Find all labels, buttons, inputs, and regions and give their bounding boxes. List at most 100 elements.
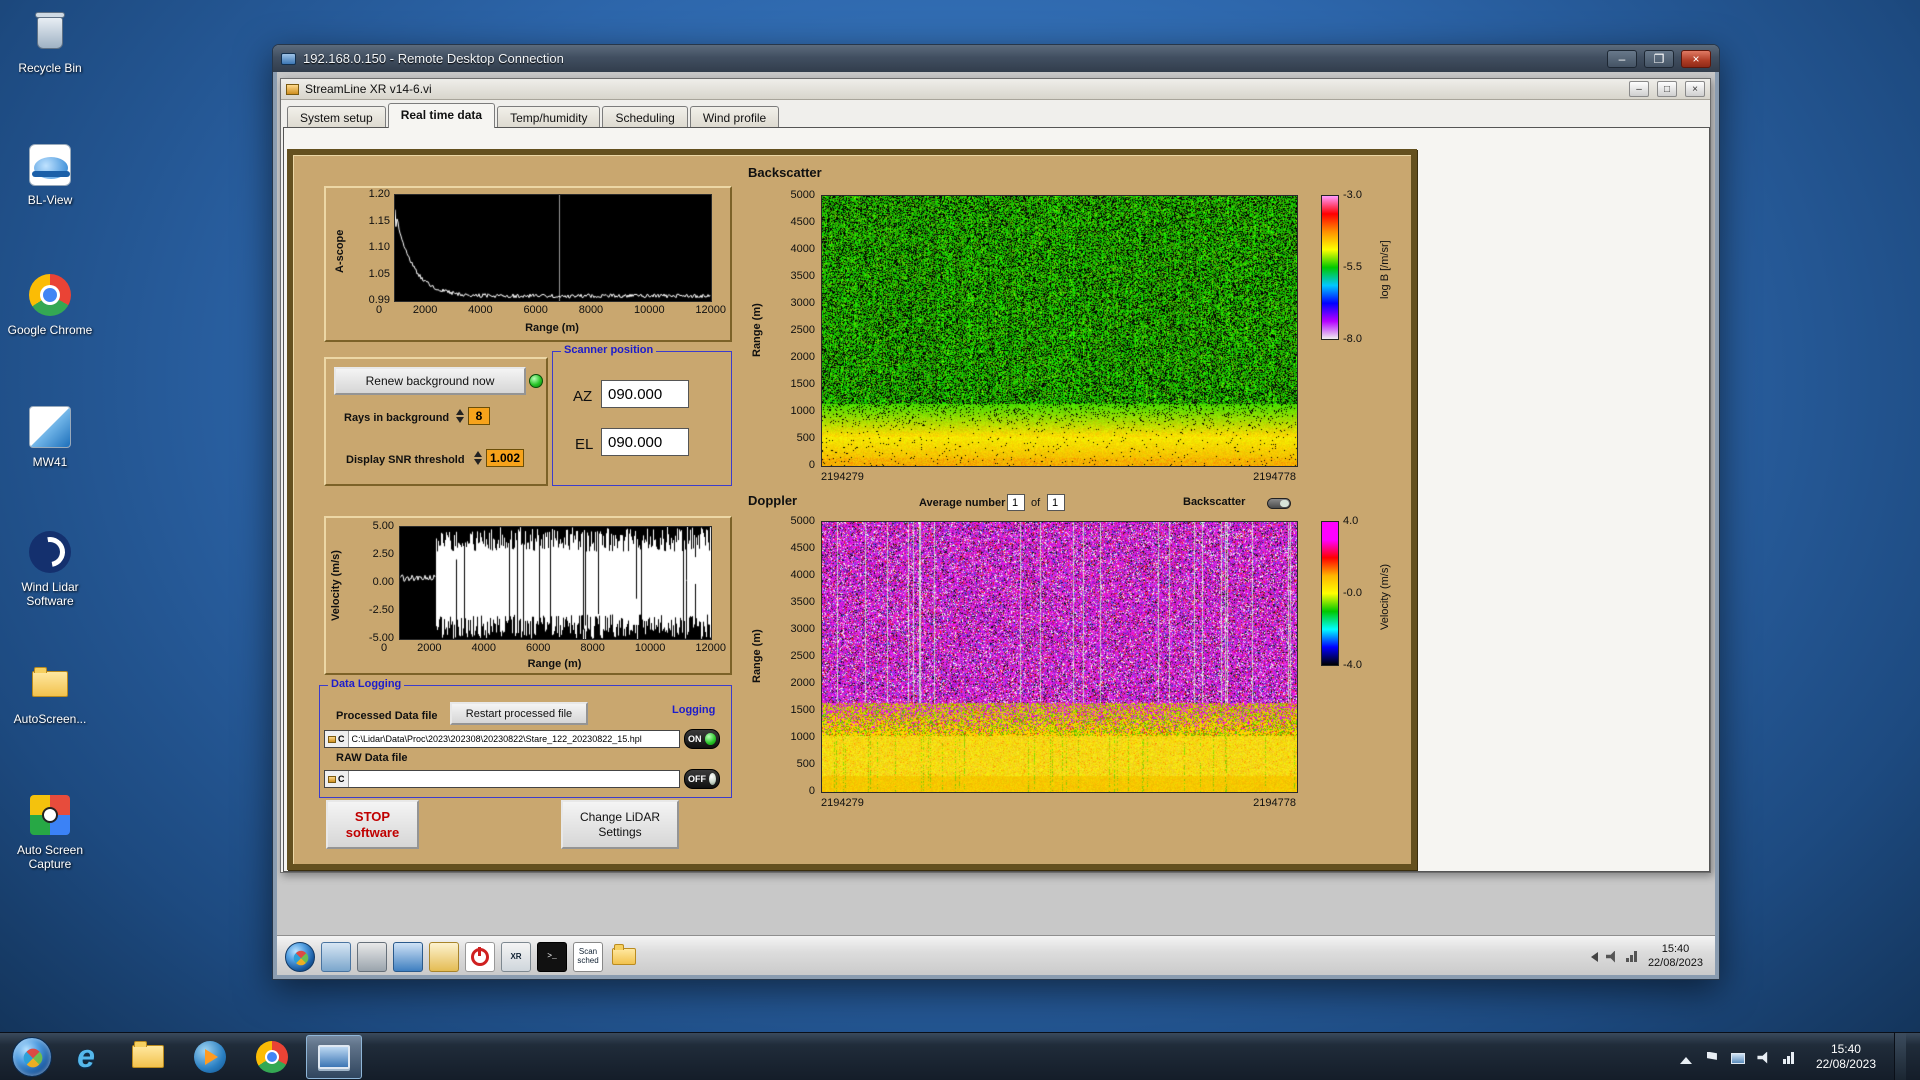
processed-path-field[interactable]: C C:\Lidar\Data\Proc\2023\202308\2023082… bbox=[324, 730, 680, 748]
tick-label: 1.05 bbox=[369, 268, 390, 280]
backscatter-colorbar bbox=[1321, 195, 1339, 340]
snr-threshold-label: Display SNR threshold bbox=[346, 454, 465, 466]
tick-label: 8000 bbox=[579, 304, 603, 316]
tick-label: 4500 bbox=[791, 216, 815, 228]
desktop-icon-label: Recycle Bin bbox=[18, 61, 81, 75]
tray-rdp-icon[interactable] bbox=[1730, 1050, 1746, 1064]
app-titlebar[interactable]: StreamLine XR v14-6.vi – □ × bbox=[281, 79, 1710, 100]
tray-chevron-icon[interactable] bbox=[1591, 952, 1598, 962]
front-panel: A-scope 1.20 1.15 1.10 1.05 0.99 0 2000 4000 60… bbox=[287, 149, 1417, 870]
desktop-icon-label: Auto Screen Capture bbox=[0, 843, 100, 872]
tab-real-time-data[interactable]: Real time data bbox=[388, 103, 495, 128]
desktop-icon-recycle-bin[interactable]: Recycle Bin bbox=[0, 10, 100, 75]
volume-icon[interactable] bbox=[1606, 951, 1618, 963]
taskbar-clock[interactable]: 15:40 22/08/2023 bbox=[1808, 1042, 1884, 1072]
tick-label: 0 bbox=[809, 459, 815, 471]
tick-label: 10000 bbox=[635, 642, 666, 654]
action-center-flag-icon[interactable] bbox=[1704, 1050, 1720, 1064]
data-logging-group: Data Logging Processed Data file Restart… bbox=[319, 685, 732, 798]
doppler-colorbar-label: Velocity (m/s) bbox=[1379, 527, 1391, 667]
desktop-icon-label: Google Chrome bbox=[8, 323, 93, 337]
az-value[interactable]: 090.000 bbox=[601, 380, 689, 408]
remote-folder-icon[interactable] bbox=[609, 942, 639, 972]
xr-app-icon[interactable]: XR bbox=[501, 942, 531, 972]
desktop-icon-wind-lidar[interactable]: Wind Lidar Software bbox=[0, 529, 100, 609]
desktop-icon-label: AutoScreen... bbox=[14, 712, 87, 726]
rays-spinner[interactable] bbox=[454, 407, 465, 425]
average-total-value[interactable]: 1 bbox=[1047, 494, 1065, 511]
tray-volume-icon[interactable] bbox=[1756, 1050, 1772, 1064]
recycle-bin-lid bbox=[35, 12, 65, 18]
scan-sched-icon[interactable]: Scan sched bbox=[573, 942, 603, 972]
tab-scheduling[interactable]: Scheduling bbox=[602, 106, 687, 128]
processed-logging-toggle[interactable]: ON bbox=[684, 729, 720, 749]
taskbar-explorer[interactable] bbox=[120, 1035, 176, 1079]
tick-label: 4000 bbox=[791, 243, 815, 255]
taskbar-ie[interactable]: e bbox=[58, 1035, 114, 1079]
tab-system-setup[interactable]: System setup bbox=[287, 106, 386, 128]
tick-label: 6000 bbox=[526, 642, 550, 654]
drive-chip[interactable]: C bbox=[325, 771, 349, 787]
raw-logging-toggle[interactable]: OFF bbox=[684, 769, 720, 789]
tick-label: 4000 bbox=[472, 642, 496, 654]
tab-temp-humidity[interactable]: Temp/humidity bbox=[497, 106, 600, 128]
rdp-maximize-button[interactable]: ❐ bbox=[1644, 50, 1674, 68]
remote-clock[interactable]: 15:40 22/08/2023 bbox=[1648, 943, 1707, 971]
show-desktop-button[interactable] bbox=[1894, 1033, 1906, 1080]
average-number-value[interactable]: 1 bbox=[1007, 494, 1025, 511]
raw-data-file-label: RAW Data file bbox=[336, 752, 408, 764]
power-icon[interactable] bbox=[465, 942, 495, 972]
tick-label: 2000 bbox=[791, 677, 815, 689]
rays-value[interactable]: 8 bbox=[468, 407, 490, 425]
app-restore-button[interactable]: □ bbox=[1657, 81, 1677, 97]
stop-software-button[interactable]: STOP software bbox=[326, 800, 419, 849]
console-icon[interactable]: >_ bbox=[537, 942, 567, 972]
network-icon[interactable] bbox=[1626, 951, 1640, 962]
tray-network-icon[interactable] bbox=[1782, 1050, 1798, 1064]
snr-threshold-value[interactable]: 1.002 bbox=[486, 449, 524, 467]
taskbar-media-player[interactable] bbox=[182, 1035, 238, 1079]
printer-icon[interactable] bbox=[357, 942, 387, 972]
system-tray: 15:40 22/08/2023 bbox=[1678, 1033, 1920, 1080]
desktop-icon-bl-view[interactable]: BL-View bbox=[0, 142, 100, 207]
dual-monitor-icon[interactable] bbox=[393, 942, 423, 972]
drive-chip[interactable]: C bbox=[325, 731, 349, 747]
desktop-icon-auto-screen-capture[interactable]: Auto Screen Capture bbox=[0, 792, 100, 872]
desktop-icon-google-chrome[interactable]: Google Chrome bbox=[0, 272, 100, 337]
rdp-minimize-button[interactable]: – bbox=[1607, 50, 1637, 68]
backscatter-colorbar-label: log B [/m/sr] bbox=[1379, 200, 1391, 340]
notes-icon[interactable] bbox=[429, 942, 459, 972]
app-close-button[interactable]: × bbox=[1685, 81, 1705, 97]
renew-background-button[interactable]: Renew background now bbox=[334, 367, 526, 395]
tick-label: 3000 bbox=[791, 623, 815, 635]
explorer-folder-icon bbox=[132, 1045, 164, 1068]
rdp-close-button[interactable]: × bbox=[1681, 50, 1711, 68]
tab-wind-profile[interactable]: Wind profile bbox=[690, 106, 779, 128]
velocity-yticks: 5.00 2.50 0.00 -2.50 -5.00 bbox=[350, 520, 394, 644]
app-minimize-button[interactable]: – bbox=[1629, 81, 1649, 97]
taskbar-chrome[interactable] bbox=[244, 1035, 300, 1079]
change-lidar-settings-button[interactable]: Change LiDAR Settings bbox=[561, 800, 679, 849]
tick-label: 5.00 bbox=[373, 520, 394, 532]
tick-label: 3000 bbox=[791, 297, 815, 309]
tick-label: 1.20 bbox=[369, 188, 390, 200]
recycle-bin-body bbox=[37, 17, 63, 49]
restart-processed-file-button[interactable]: Restart processed file bbox=[450, 702, 588, 725]
drive-icon bbox=[328, 776, 336, 783]
tray-up-chevron-icon[interactable] bbox=[1678, 1050, 1694, 1064]
snr-spinner[interactable] bbox=[472, 449, 483, 467]
remote-start-button[interactable] bbox=[285, 942, 315, 972]
mw41-icon bbox=[27, 404, 73, 450]
desktop-icon-autoscreen[interactable]: AutoScreen... bbox=[0, 661, 100, 726]
rdp-window-icon bbox=[281, 53, 296, 65]
el-value[interactable]: 090.000 bbox=[601, 428, 689, 456]
desktop-icon-mw41[interactable]: MW41 bbox=[0, 404, 100, 469]
tick-label: -5.5 bbox=[1343, 261, 1375, 273]
taskbar-rdp[interactable] bbox=[306, 1035, 362, 1079]
rdp-titlebar[interactable]: 192.168.0.150 - Remote Desktop Connectio… bbox=[273, 45, 1719, 72]
start-button[interactable] bbox=[12, 1037, 52, 1077]
backscatter-yticks: 5000 4500 4000 3500 3000 2500 2000 1500 1000 500 0 bbox=[771, 189, 815, 471]
backscatter-toggle[interactable] bbox=[1267, 498, 1291, 509]
window-app-icon[interactable] bbox=[321, 942, 351, 972]
raw-path-field[interactable]: C bbox=[324, 770, 680, 788]
